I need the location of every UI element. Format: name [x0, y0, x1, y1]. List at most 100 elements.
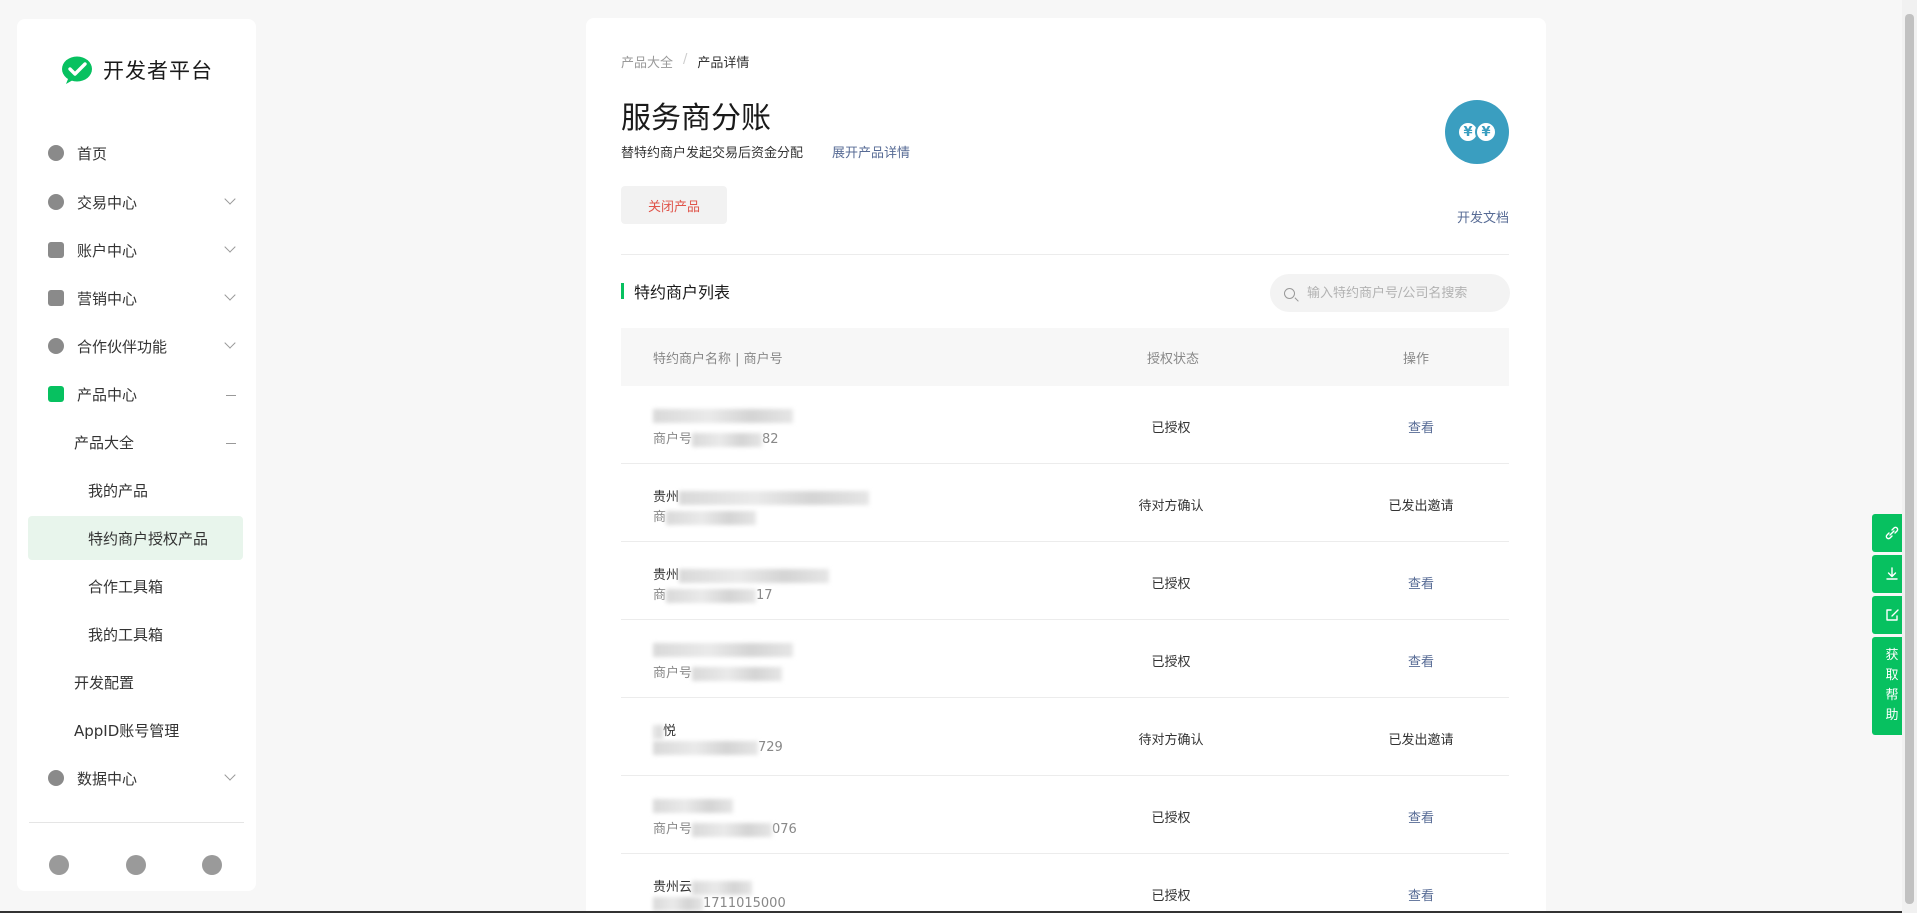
sidebar-item-label: 我的工具箱 — [88, 625, 164, 644]
merchant-id: 1711015000 — [653, 896, 786, 911]
sidebar-item-dev-config[interactable]: 开发配置 — [17, 660, 256, 704]
marketing-icon — [48, 290, 64, 306]
close-product-button[interactable]: 关闭产品 — [621, 186, 727, 224]
merchant-id: 商 17 — [653, 588, 773, 603]
auth-status: 待对方确认 — [1138, 733, 1204, 748]
sidebar-item-marketing[interactable]: 营销中心 — [17, 276, 256, 320]
redacted-text — [666, 588, 757, 603]
redacted-text — [653, 408, 793, 423]
expand-product-details-link[interactable]: 展开产品详情 — [832, 142, 910, 161]
auth-status: 已授权 — [1151, 811, 1191, 826]
collapse-icon — [226, 395, 236, 396]
help-char: 帮 — [1885, 688, 1899, 703]
breadcrumb-current: 产品详情 — [697, 56, 750, 71]
sidebar-item-label: 首页 — [77, 144, 108, 163]
redacted-text — [653, 724, 663, 739]
table-row: 商户号 076 已授权 查看 — [621, 776, 1509, 854]
help-char: 取 — [1885, 668, 1899, 683]
sidebar-item-label: 营销中心 — [77, 289, 138, 308]
dev-docs-link[interactable]: 开发文档 — [1457, 207, 1509, 226]
main-content: 产品大全 / 产品详情 服务商分账 替特约商户发起交易后资金分配 展开产品详情 … — [586, 18, 1546, 913]
view-link[interactable]: 查看 — [1341, 417, 1501, 436]
app-logo[interactable]: 开发者平台 — [61, 51, 213, 89]
sidebar-item-account[interactable]: 账户中心 — [17, 228, 256, 272]
merchant-name: 贵州云 — [653, 876, 753, 895]
sidebar: 开发者平台 首页 交易中心 账户中心 营销中心 合作伙伴功能 产品中心 产品大全… — [17, 19, 256, 891]
sidebar-item-label: AppID账号管理 — [74, 721, 180, 740]
sidebar-item-label: 账户中心 — [77, 241, 138, 260]
sidebar-item-product-center[interactable]: 产品中心 — [17, 372, 256, 416]
column-header-merchant: 特约商户名称 | 商户号 — [653, 352, 783, 367]
merchant-id: 商户号 076 — [653, 822, 797, 837]
help-char: 获 — [1885, 648, 1899, 663]
table-row: 贵州 商 17 已授权 查看 — [621, 542, 1509, 620]
section-accent-bar — [621, 283, 624, 299]
sidebar-item-partner[interactable]: 合作伙伴功能 — [17, 324, 256, 368]
sidebar-item-label: 交易中心 — [77, 193, 138, 212]
chevron-down-icon — [224, 193, 236, 205]
sidebar-item-label: 开发配置 — [74, 673, 135, 692]
auth-status: 已授权 — [1151, 577, 1191, 592]
sidebar-item-trade[interactable]: 交易中心 — [17, 180, 256, 224]
sidebar-item-appid-management[interactable]: AppID账号管理 — [17, 708, 256, 752]
app-title: 开发者平台 — [103, 59, 213, 83]
sidebar-item-label: 合作工具箱 — [88, 577, 164, 596]
redacted-text — [653, 642, 793, 657]
merchant-id: 商户号 82 — [653, 432, 779, 447]
auth-status: 已授权 — [1151, 421, 1191, 436]
sidebar-item-all-products[interactable]: 产品大全 — [17, 420, 256, 464]
view-link[interactable]: 查看 — [1341, 807, 1501, 826]
table-row: 悦 729 待对方确认 已发出邀请 — [621, 698, 1509, 776]
redacted-text — [692, 666, 783, 681]
redacted-text — [692, 822, 773, 837]
breadcrumb-separator: / — [683, 52, 688, 67]
sidebar-item-coop-toolbox[interactable]: 合作工具箱 — [17, 564, 256, 608]
merchant-name: 贵州 — [653, 564, 830, 583]
invite-sent-text: 已发出邀请 — [1388, 733, 1454, 748]
view-link[interactable]: 查看 — [1341, 573, 1501, 592]
sidebar-item-data-center[interactable]: 数据中心 — [17, 756, 256, 800]
product-currency-icon: ¥ ¥ — [1445, 100, 1509, 164]
scrollbar-thumb[interactable] — [1905, 14, 1914, 904]
redacted-text — [692, 880, 753, 895]
sidebar-item-merchant-auth-products[interactable]: 特约商户授权产品 — [28, 516, 243, 560]
merchant-search[interactable] — [1270, 274, 1510, 312]
announcement-icon[interactable] — [49, 855, 69, 875]
data-chart-icon — [48, 770, 64, 786]
sidebar-item-label: 产品大全 — [74, 433, 135, 452]
merchant-id: 729 — [653, 740, 783, 755]
product-description: 替特约商户发起交易后资金分配 — [621, 146, 804, 161]
sidebar-item-my-products[interactable]: 我的产品 — [17, 468, 256, 512]
sidebar-item-my-toolbox[interactable]: 我的工具箱 — [17, 612, 256, 656]
trade-icon — [48, 194, 64, 210]
page-scrollbar[interactable] — [1902, 0, 1917, 913]
divider — [621, 254, 1509, 255]
view-link[interactable]: 查看 — [1341, 651, 1501, 670]
sidebar-item-label: 特约商户授权产品 — [88, 529, 209, 548]
notification-bell-icon[interactable] — [126, 855, 146, 875]
user-avatar-icon[interactable] — [202, 855, 222, 875]
column-header-status: 授权状态 — [1147, 352, 1200, 367]
sidebar-item-home[interactable]: 首页 — [17, 131, 256, 175]
table-header: 特约商户名称 | 商户号 授权状态 操作 — [621, 328, 1509, 386]
search-icon — [1284, 287, 1295, 299]
sidebar-item-label: 我的产品 — [88, 481, 149, 500]
redacted-text — [679, 490, 870, 505]
breadcrumb: 产品大全 / 产品详情 — [621, 52, 749, 71]
merchant-name — [653, 408, 793, 423]
table-row: 商户号 82 已授权 查看 — [621, 386, 1509, 464]
breadcrumb-parent-link[interactable]: 产品大全 — [621, 52, 673, 71]
merchant-search-input[interactable] — [1307, 285, 1497, 301]
view-link[interactable]: 查看 — [1341, 885, 1501, 904]
chevron-down-icon — [224, 241, 236, 253]
download-icon — [1886, 567, 1898, 580]
redacted-text — [666, 510, 757, 525]
table-row: 贵州 商 待对方确认 已发出邀请 — [621, 464, 1509, 542]
sidebar-divider — [29, 822, 244, 823]
account-icon — [48, 242, 64, 258]
chevron-down-icon — [224, 289, 236, 301]
wechat-pay-logo-icon — [61, 54, 93, 86]
column-header-action: 操作 — [1403, 352, 1430, 367]
merchant-name: 悦 — [653, 720, 676, 739]
yuan-coin-icon: ¥ — [1475, 121, 1497, 143]
